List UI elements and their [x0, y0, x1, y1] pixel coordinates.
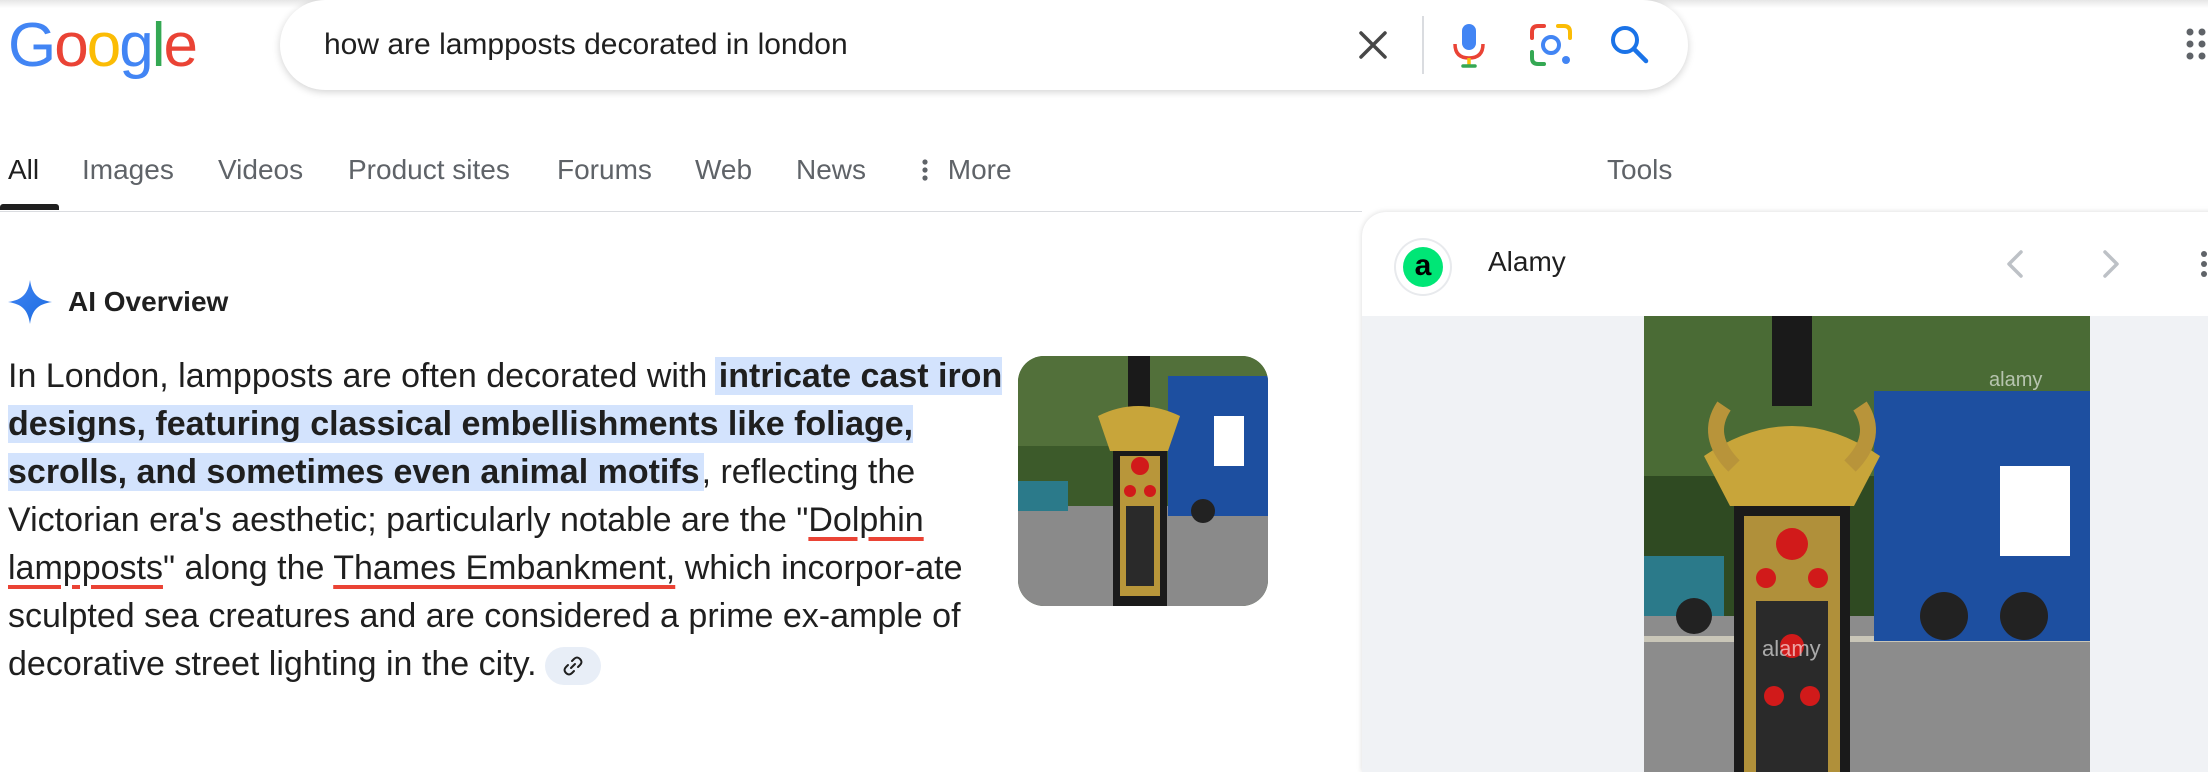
tab-forums[interactable]: Forums [557, 150, 652, 212]
tab-videos[interactable]: Videos [218, 150, 303, 212]
image-viewer-panel: a Alamy alamy alamy [1362, 212, 2208, 772]
tab-more[interactable]: More [920, 150, 1012, 212]
lamppost-large-image: alamy alamy [1644, 316, 2090, 772]
active-tab-indicator [0, 204, 59, 210]
tabs-divider [0, 211, 1362, 212]
tab-web[interactable]: Web [695, 150, 752, 212]
search-input[interactable] [322, 22, 1306, 68]
source-favicon[interactable]: a [1396, 240, 1450, 294]
lens-icon [1530, 24, 1572, 66]
mic-icon [1453, 24, 1485, 68]
panel-large-image[interactable]: alamy alamy [1644, 316, 2090, 772]
watermark-text: alamy [1762, 636, 1821, 661]
previous-image-button[interactable] [1996, 244, 2036, 284]
ai-overview-title: AI Overview [68, 286, 229, 317]
search-button[interactable] [1602, 18, 1656, 72]
search-divider [1422, 16, 1424, 74]
overview-text-part: In London, lampposts are often decorated… [8, 357, 717, 395]
tools-button[interactable]: Tools [1607, 150, 1672, 212]
close-icon [1359, 31, 1387, 59]
next-image-button[interactable] [2090, 244, 2130, 284]
panel-header: a Alamy [1362, 212, 2208, 316]
google-logo[interactable]: Google [8, 6, 198, 86]
source-name[interactable]: Alamy [1488, 246, 1566, 278]
tab-all[interactable]: All [8, 150, 39, 212]
ai-overview-text: In London, lampposts are often decorated… [8, 352, 1008, 688]
watermark-text: alamy [1989, 369, 2042, 391]
search-bar [280, 0, 1688, 90]
more-vert-icon [922, 159, 928, 181]
voice-search-button[interactable] [1444, 18, 1494, 72]
panel-more-button[interactable] [2194, 244, 2208, 284]
thames-embankment-link[interactable]: Thames Embankment, [333, 549, 675, 587]
apps-button[interactable] [2184, 24, 2208, 66]
more-vert-icon [2201, 251, 2207, 277]
clear-button[interactable] [1348, 20, 1398, 70]
search-tabs: All Images Videos Product sites Forums W… [0, 150, 1960, 212]
overview-thumbnail[interactable] [1018, 356, 1268, 606]
logo-letter: l [151, 11, 166, 80]
logo-letter: G [8, 11, 56, 80]
tab-images[interactable]: Images [82, 150, 174, 212]
sparkle-icon [8, 280, 52, 324]
logo-letter: o [54, 11, 89, 80]
citation-button[interactable] [544, 647, 601, 686]
lens-search-button[interactable] [1524, 18, 1578, 72]
tab-news[interactable]: News [796, 150, 866, 212]
tab-product-sites[interactable]: Product sites [348, 150, 510, 212]
overview-text-part: " along the [162, 549, 334, 587]
tab-more-label: More [947, 154, 1012, 185]
ai-overview-header: AI Overview [6, 278, 228, 326]
lamppost-thumbnail-image [1018, 356, 1268, 606]
search-icon [1611, 26, 1649, 64]
chevron-left-icon [2007, 250, 2023, 278]
chevron-right-icon [2103, 250, 2119, 278]
logo-letter: o [86, 11, 122, 80]
logo-letter: g [119, 11, 154, 80]
link-icon [563, 656, 583, 676]
logo-letter: e [163, 11, 198, 80]
source-favicon-letter: a [1403, 247, 1443, 287]
apps-grid-icon [2186, 28, 2206, 60]
